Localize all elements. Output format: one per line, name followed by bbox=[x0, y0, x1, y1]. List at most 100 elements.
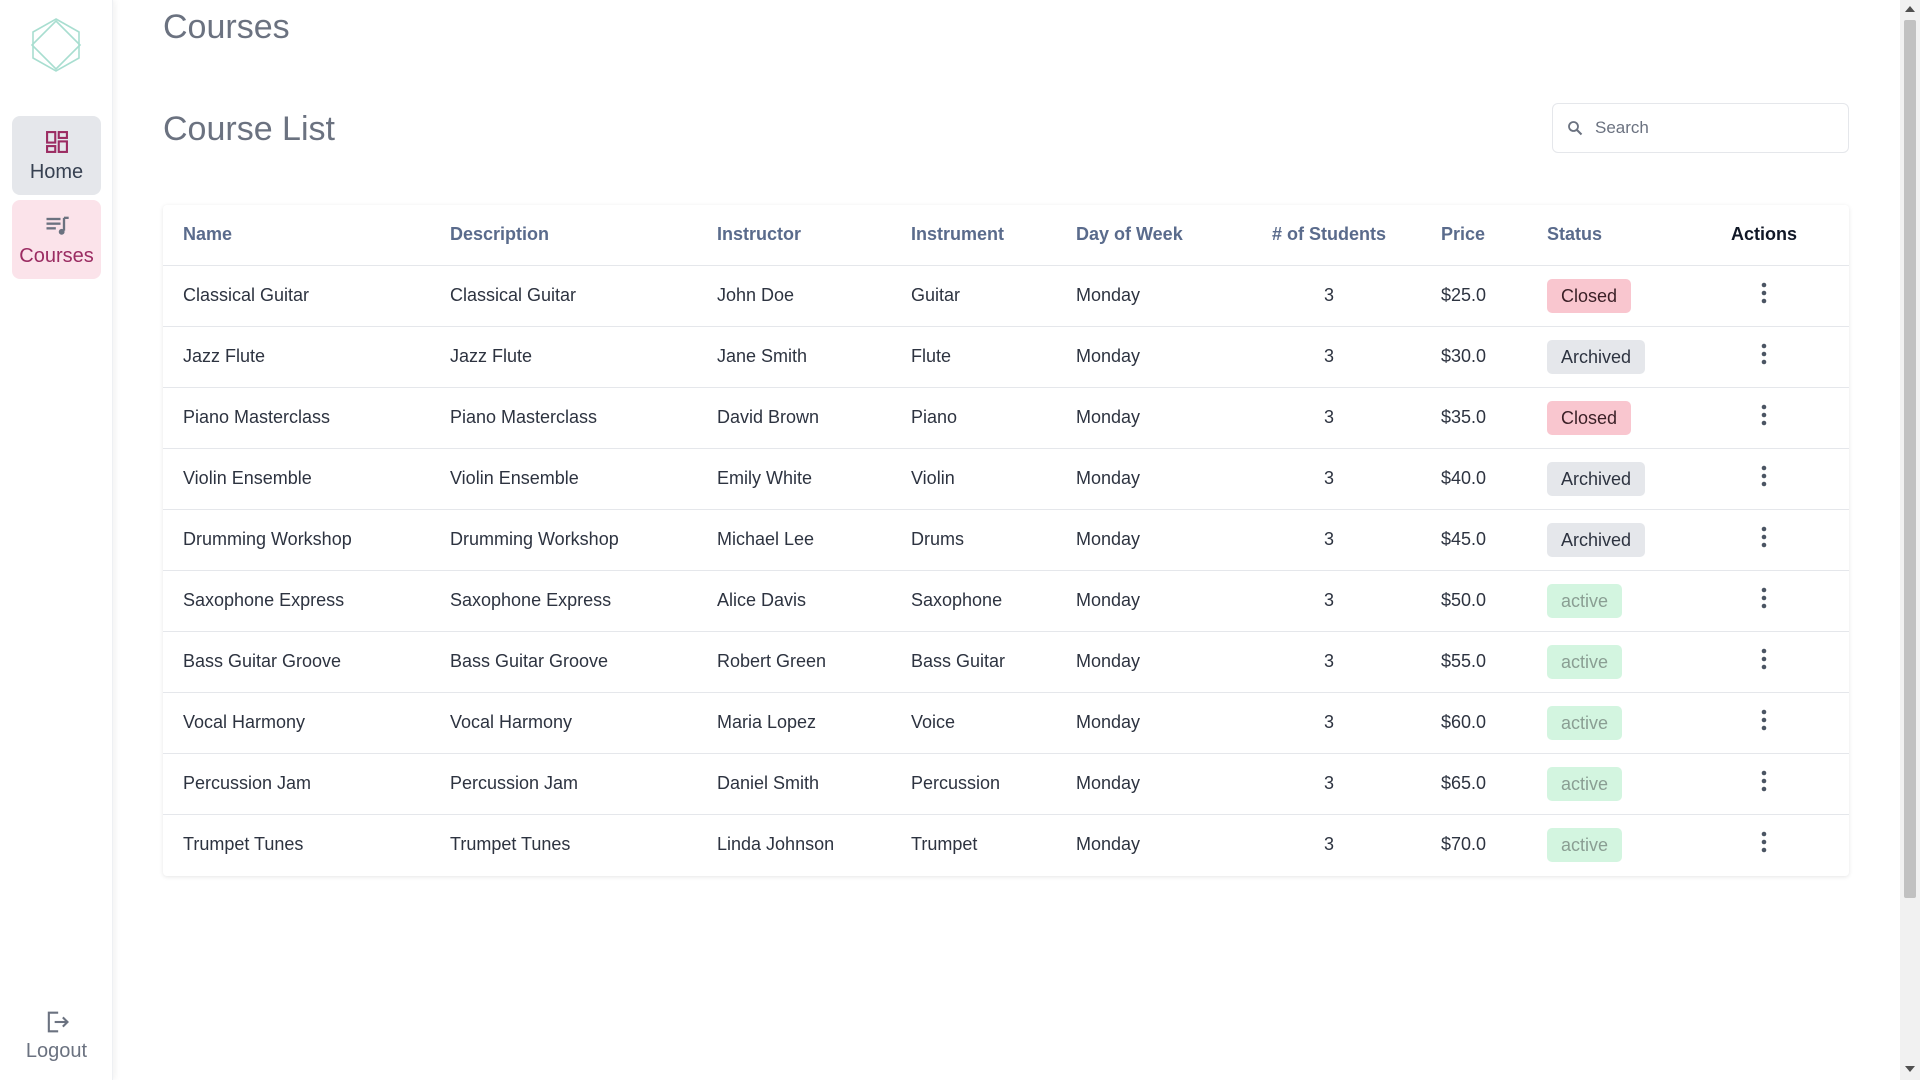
cell-instrument: Percussion bbox=[891, 753, 1056, 815]
cell-actions bbox=[1679, 448, 1849, 510]
cell-students: 3 bbox=[1237, 509, 1421, 571]
more-vertical-icon[interactable] bbox=[1760, 587, 1768, 609]
cell-description: Drumming Workshop bbox=[430, 509, 697, 571]
column-header-students[interactable]: # of Students bbox=[1237, 205, 1421, 266]
cell-actions bbox=[1679, 265, 1849, 327]
column-header-description[interactable]: Description bbox=[430, 205, 697, 266]
cell-day: Monday bbox=[1056, 692, 1237, 754]
column-header-instructor[interactable]: Instructor bbox=[697, 205, 891, 266]
cell-name: Violin Ensemble bbox=[163, 448, 430, 510]
table-row[interactable]: Classical Guitar Classical Guitar John Doe… bbox=[163, 265, 1849, 327]
cell-status: active bbox=[1527, 692, 1679, 754]
cell-day: Monday bbox=[1056, 570, 1237, 632]
more-vertical-icon[interactable] bbox=[1760, 404, 1768, 426]
more-vertical-icon[interactable] bbox=[1760, 465, 1768, 487]
table-row[interactable]: Jazz Flute Jazz Flute Jane Smith Flute Monda… bbox=[163, 326, 1849, 388]
cell-instructor: Jane Smith bbox=[697, 326, 891, 388]
column-header-name[interactable]: Name bbox=[163, 205, 430, 266]
cell-name: Piano Masterclass bbox=[163, 387, 430, 449]
sidebar-item-home[interactable]: Home bbox=[12, 116, 101, 195]
status-badge: active bbox=[1547, 644, 1623, 679]
cell-students: 3 bbox=[1237, 326, 1421, 388]
dashboard-icon bbox=[45, 130, 68, 153]
sidebar-item-courses[interactable]: Courses bbox=[12, 200, 101, 279]
cell-instructor: Robert Green bbox=[697, 631, 891, 693]
cell-description: Piano Masterclass bbox=[430, 387, 697, 449]
cell-actions bbox=[1679, 753, 1849, 815]
cell-day: Monday bbox=[1076, 834, 1141, 855]
search-input[interactable] bbox=[1595, 118, 1835, 138]
cell-description: Classical Guitar bbox=[430, 265, 697, 327]
status-badge: Closed bbox=[1547, 400, 1632, 435]
cell-actions bbox=[1679, 631, 1849, 693]
cell-actions bbox=[1679, 570, 1849, 632]
table-row[interactable]: Piano Masterclass Piano Masterclass David … bbox=[163, 387, 1849, 449]
status-badge: Archived bbox=[1547, 339, 1646, 374]
cell-instructor: Maria Lopez bbox=[697, 692, 891, 754]
table-row[interactable]: Violin Ensemble Violin Ensemble Emily Whit… bbox=[163, 448, 1849, 510]
section-title: Course List bbox=[163, 110, 335, 148]
status-badge: Closed bbox=[1547, 278, 1632, 313]
cell-price: $45.0 bbox=[1421, 509, 1527, 571]
cell-name: Saxophone Express bbox=[163, 570, 430, 632]
cell-students: 3 bbox=[1237, 265, 1421, 327]
cell-day: Monday bbox=[1056, 448, 1237, 510]
more-vertical-icon[interactable] bbox=[1760, 648, 1768, 670]
cell-price: $30.0 bbox=[1421, 326, 1527, 388]
cell-actions bbox=[1679, 509, 1849, 571]
column-header-day[interactable]: Day of Week bbox=[1056, 205, 1237, 266]
scroll-down-arrow[interactable] bbox=[1905, 1066, 1915, 1072]
more-vertical-icon[interactable] bbox=[1760, 343, 1768, 365]
more-vertical-icon[interactable] bbox=[1760, 526, 1768, 548]
sidebar-item-label: Courses bbox=[19, 244, 94, 267]
cell-instructor: Michael Lee bbox=[697, 509, 891, 571]
status-badge: Archived bbox=[1547, 522, 1646, 557]
cell-price: $25.0 bbox=[1421, 265, 1527, 327]
cell-price: $60.0 bbox=[1421, 692, 1527, 754]
scroll-up-arrow[interactable] bbox=[1905, 6, 1915, 12]
status-badge: active bbox=[1547, 583, 1623, 618]
more-vertical-icon[interactable] bbox=[1760, 709, 1768, 731]
scrollbar[interactable] bbox=[1900, 0, 1920, 1080]
table-row[interactable]: Bass Guitar Groove Bass Guitar Groove Robe… bbox=[163, 631, 1849, 693]
cell-instructor: John Doe bbox=[697, 265, 891, 327]
cell-instrument: Trumpet bbox=[911, 834, 978, 855]
cell-description: Trumpet Tunes bbox=[450, 834, 571, 855]
status-badge: Archived bbox=[1547, 461, 1646, 496]
cell-description: Jazz Flute bbox=[430, 326, 697, 388]
more-vertical-icon[interactable] bbox=[1760, 282, 1768, 304]
cell-instructor: Emily White bbox=[697, 448, 891, 510]
column-header-price[interactable]: Price bbox=[1421, 205, 1527, 266]
cell-price: $50.0 bbox=[1421, 570, 1527, 632]
table-row[interactable]: Saxophone Express Saxophone Express Alice … bbox=[163, 570, 1849, 632]
column-header-instrument[interactable]: Instrument bbox=[891, 205, 1056, 266]
table-row[interactable]: Percussion Jam Percussion Jam Daniel Smith… bbox=[163, 753, 1849, 815]
cell-instrument: Bass Guitar bbox=[891, 631, 1056, 693]
search-icon bbox=[1568, 121, 1583, 136]
more-vertical-icon[interactable] bbox=[1760, 831, 1768, 853]
cell-name: Percussion Jam bbox=[163, 753, 430, 815]
cell-instructor: David Brown bbox=[697, 387, 891, 449]
playlist-music-icon bbox=[46, 216, 69, 235]
search-box[interactable] bbox=[1552, 103, 1849, 153]
column-header-actions: Actions bbox=[1679, 205, 1849, 266]
cell-name: Trumpet Tunes bbox=[183, 834, 304, 855]
table-row[interactable]: Vocal Harmony Vocal Harmony Maria Lopez Voi… bbox=[163, 692, 1849, 754]
sidebar-item-label: Home bbox=[29, 160, 84, 183]
cell-students: 3 bbox=[1237, 448, 1421, 510]
cell-day: Monday bbox=[1056, 509, 1237, 571]
table-row[interactable]: Drumming Workshop Drumming Workshop Michae… bbox=[163, 509, 1849, 571]
hexagon-logo-icon[interactable] bbox=[28, 17, 84, 73]
column-header-status[interactable]: Status bbox=[1527, 205, 1679, 266]
table-row[interactable]: Trumpet Tunes Trumpet Tunes Linda Johnson T… bbox=[163, 814, 1849, 875]
cell-description: Vocal Harmony bbox=[430, 692, 697, 754]
cell-status: Archived bbox=[1527, 448, 1679, 510]
cell-students: 3 bbox=[1237, 631, 1421, 693]
cell-description: Bass Guitar Groove bbox=[430, 631, 697, 693]
cell-name: Vocal Harmony bbox=[163, 692, 430, 754]
cell-description: Violin Ensemble bbox=[430, 448, 697, 510]
scrollbar-thumb[interactable] bbox=[1904, 20, 1916, 898]
more-vertical-icon[interactable] bbox=[1760, 770, 1768, 792]
logout-button[interactable]: Logout bbox=[12, 1000, 101, 1070]
cell-actions bbox=[1679, 814, 1849, 875]
